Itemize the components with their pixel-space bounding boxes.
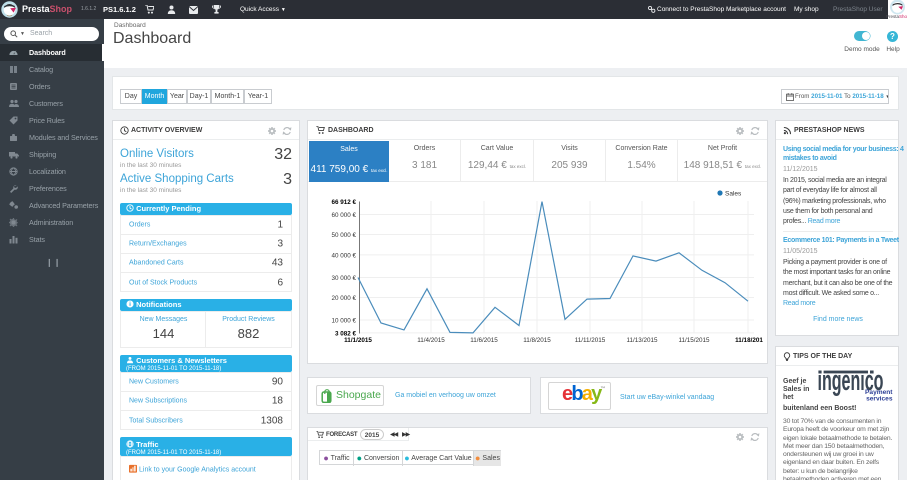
svg-text:50 000 €: 50 000 € bbox=[331, 232, 356, 239]
svg-text:11/15/2015: 11/15/2015 bbox=[678, 337, 710, 344]
svg-text:services: services bbox=[866, 395, 893, 402]
svg-text:20 000 €: 20 000 € bbox=[331, 295, 356, 302]
svg-text:40 000 €: 40 000 € bbox=[331, 252, 356, 259]
svg-text:11/8/2015: 11/8/2015 bbox=[523, 337, 551, 344]
svg-text:Sales: Sales bbox=[725, 191, 742, 198]
svg-text:11/13/2015: 11/13/2015 bbox=[626, 337, 658, 344]
svg-text:11/4/2015: 11/4/2015 bbox=[417, 337, 445, 344]
svg-text:11/6/2015: 11/6/2015 bbox=[470, 337, 498, 344]
svg-text:66 912 €: 66 912 € bbox=[331, 199, 356, 206]
svg-text:11/11/2015: 11/11/2015 bbox=[575, 337, 606, 344]
svg-text:11/18/201: 11/18/201 bbox=[735, 337, 763, 344]
svg-text:11/1/2015: 11/1/2015 bbox=[344, 337, 372, 344]
svg-text:60 000 €: 60 000 € bbox=[331, 212, 356, 219]
svg-text:10 000 €: 10 000 € bbox=[331, 318, 356, 325]
svg-text:30 000 €: 30 000 € bbox=[331, 275, 356, 282]
